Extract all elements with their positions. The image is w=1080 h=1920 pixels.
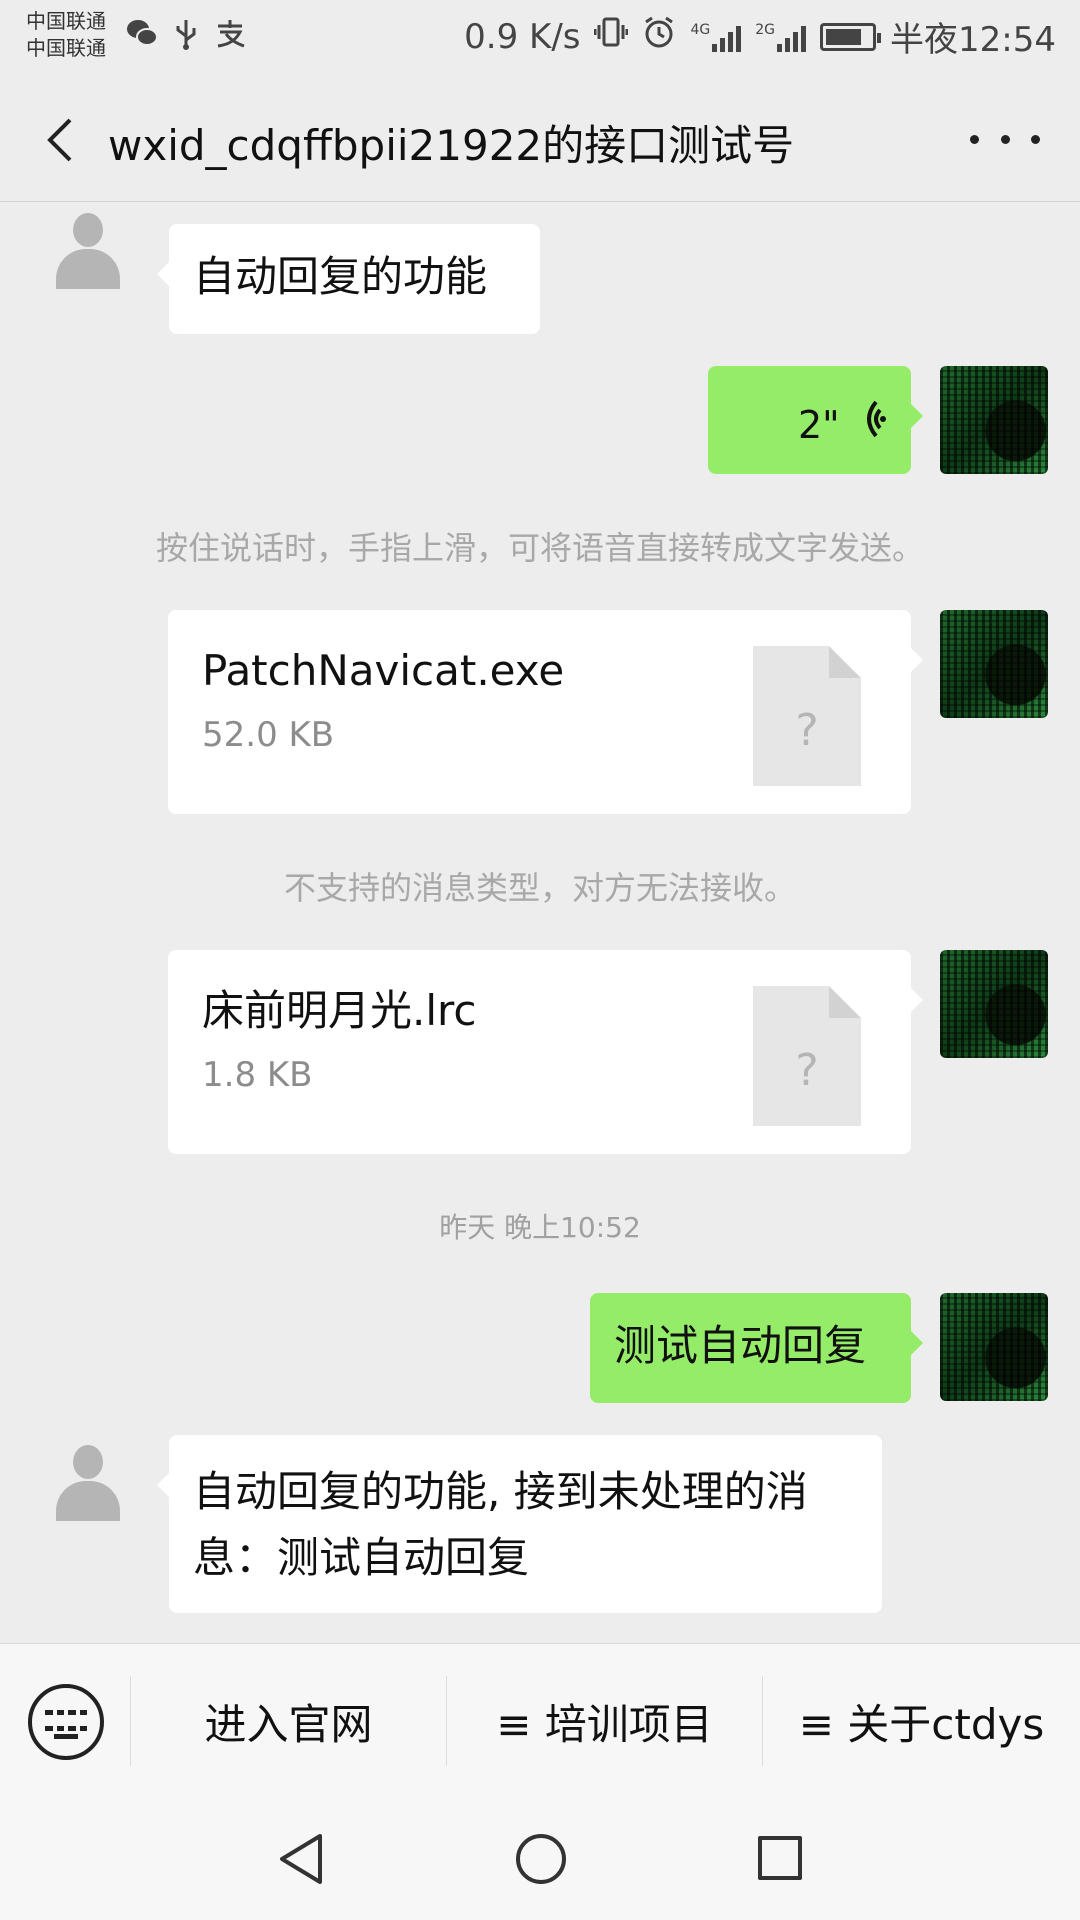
my-avatar[interactable] (940, 1293, 1048, 1401)
status-right: 0.9 K/s 4G 2G 半夜12:54 (464, 12, 1056, 61)
vibrate-icon (593, 15, 629, 58)
message-timestamp: 昨天 晚上10:52 (439, 1211, 641, 1244)
keyboard-toggle-button[interactable] (28, 1684, 104, 1760)
more-dot-icon (1031, 134, 1040, 144)
carrier-2: 中国联通 (26, 36, 106, 60)
voice-duration: 2" (798, 403, 840, 447)
network-type-1: 4G (690, 21, 711, 38)
menu-item-website[interactable]: 进入官网 (131, 1644, 446, 1799)
chat-messages[interactable]: 自动回复的功能 2" 按住说话时，手指上滑，可将语音直接转成文字发送。 Patc… (0, 203, 1080, 1643)
file-glyph: ? (795, 1045, 819, 1096)
menu-item-training[interactable]: ≡ 培训项目 (447, 1644, 762, 1799)
unsupported-note: 不支持的消息类型，对方无法接收。 (283, 869, 796, 907)
unknown-file-icon: ? (753, 646, 861, 786)
voice-wave-icon (867, 400, 886, 438)
status-bar: 中国联通 中国联通 0.9 K/s 4G 2G 半夜12:54 (0, 0, 1080, 78)
back-button[interactable] (34, 110, 94, 170)
file-glyph: ? (795, 705, 819, 756)
alarm-icon (642, 15, 676, 58)
nav-home-button[interactable] (516, 1834, 566, 1884)
chat-header: wxid_cdqffbpii21922的接口测试号 (0, 78, 1080, 202)
message-text: 测试自动回复 (614, 1321, 867, 1370)
official-account-menu: 进入官网 ≡ 培训项目 ≡ 关于ctdys (0, 1643, 1080, 1798)
my-avatar[interactable] (940, 950, 1048, 1058)
message-text: 自动回复的功能 (193, 252, 488, 301)
contact-avatar[interactable] (44, 203, 132, 291)
contact-avatar[interactable] (44, 1435, 132, 1523)
carrier-1: 中国联通 (26, 9, 106, 33)
my-avatar[interactable] (940, 366, 1048, 474)
more-button[interactable] (970, 114, 1040, 164)
received-message-bubble[interactable]: 自动回复的功能 (157, 224, 540, 334)
usb-icon (174, 18, 198, 58)
more-dot-icon (1000, 134, 1010, 144)
wechat-icon (126, 18, 158, 58)
signal-icon-2: 2G (755, 21, 807, 52)
file-name: 床前明月光.lrc (202, 986, 477, 1035)
my-avatar[interactable] (940, 610, 1048, 718)
file-size: 1.8 KB (202, 1055, 313, 1095)
nav-recents-button[interactable] (758, 1836, 802, 1880)
message-text: 自动回复的功能, 接到未处理的消息：测试自动回复 (193, 1467, 808, 1582)
signal-icon-1: 4G (690, 21, 742, 52)
chevron-left-icon (47, 118, 72, 162)
more-dot-icon (970, 134, 979, 144)
carrier-labels: 中国联通 中国联通 (26, 8, 106, 62)
system-nav-bar (0, 1798, 1080, 1920)
net-speed: 0.9 K/s (464, 16, 581, 57)
chat-title: wxid_cdqffbpii21922的接口测试号 (108, 121, 795, 170)
file-size: 52.0 KB (202, 715, 335, 755)
sent-message-bubble[interactable]: 测试自动回复 (590, 1293, 923, 1403)
received-message-bubble[interactable]: 自动回复的功能, 接到未处理的消息：测试自动回复 (157, 1435, 882, 1613)
clock-time: 半夜12:54 (890, 20, 1056, 60)
voice-tip-note: 按住说话时，手指上滑，可将语音直接转成文字发送。 (155, 529, 924, 567)
network-type-2: 2G (755, 21, 776, 38)
voice-message-bubble[interactable]: 2" (708, 366, 923, 474)
file-message-bubble[interactable]: PatchNavicat.exe 52.0 KB ? (168, 610, 923, 814)
alipay-icon (214, 18, 246, 58)
notification-icons (126, 18, 246, 58)
battery-icon (820, 22, 882, 51)
unknown-file-icon: ? (753, 986, 861, 1126)
triangle-back-icon (280, 1834, 322, 1884)
nav-back-button[interactable] (276, 1832, 326, 1886)
file-name: PatchNavicat.exe (202, 646, 565, 695)
menu-item-about[interactable]: ≡ 关于ctdys (763, 1644, 1080, 1799)
file-message-bubble[interactable]: 床前明月光.lrc 1.8 KB ? (168, 950, 923, 1154)
